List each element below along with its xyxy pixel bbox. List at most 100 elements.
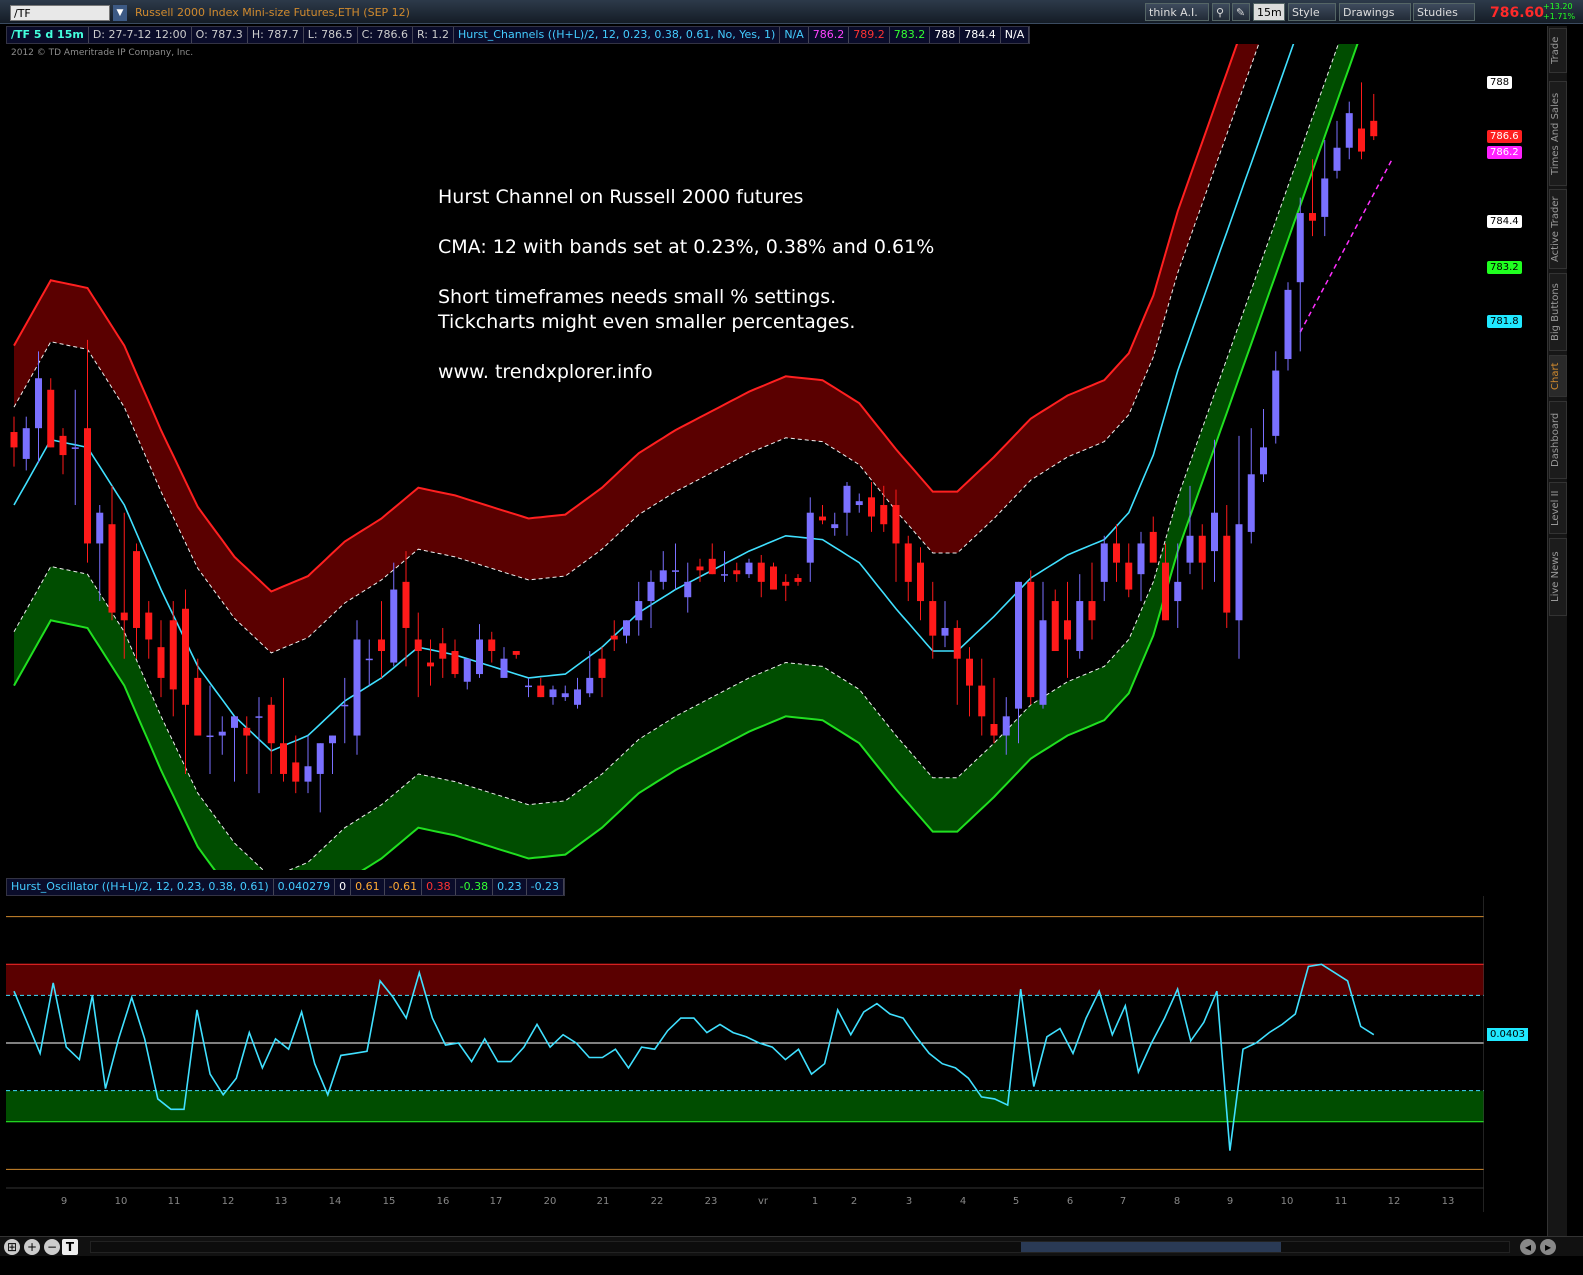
candle <box>476 624 483 678</box>
style-label: Style <box>1292 6 1320 19</box>
study-label[interactable]: Hurst_Channels ((H+L)/2, 12, 0.23, 0.38,… <box>454 27 781 43</box>
annotation-line-1: Hurst Channel on Russell 2000 futures <box>438 186 804 208</box>
style-button[interactable]: Style <box>1288 3 1336 21</box>
chevron-down-icon[interactable]: ▼ <box>113 5 127 21</box>
osc-value-5: 0.38 <box>422 879 456 895</box>
price-tag: 786.6 <box>1487 130 1522 144</box>
x-tick-label: 16 <box>437 1196 450 1207</box>
bar-date: D: 27-7-12 12:00 <box>89 27 192 43</box>
x-tick-label: 6 <box>1067 1196 1073 1207</box>
candle <box>280 677 287 782</box>
annotation-line-2: CMA: 12 with bands set at 0.23%, 0.38% a… <box>438 236 935 258</box>
candle <box>304 735 312 794</box>
osc-lower-zone <box>6 1090 1484 1122</box>
candle <box>806 497 814 582</box>
studies-button[interactable]: Studies <box>1413 3 1475 21</box>
candle <box>108 485 116 621</box>
osc-value-7: 0.23 <box>493 879 527 895</box>
side-tab-times-and-sales[interactable]: Times And Sales <box>1549 81 1567 186</box>
zoom-out-icon[interactable]: − <box>44 1239 60 1255</box>
side-tab-big-buttons[interactable]: Big Buttons <box>1549 273 1567 351</box>
bar-open: O: 787.3 <box>192 27 248 43</box>
text-tool-icon[interactable]: T <box>62 1239 78 1255</box>
scrollbar-thumb[interactable] <box>1021 1242 1281 1252</box>
symbol-input[interactable]: /TF <box>10 5 110 21</box>
candle <box>1149 516 1157 563</box>
candle <box>182 589 189 774</box>
side-tab-strip: Trade Times And Sales Active Trader Big But… <box>1547 26 1567 1236</box>
price-tag: 786.2 <box>1487 145 1522 159</box>
price-chart[interactable]: 7897887877867857847837827817807797787777… <box>6 44 1484 870</box>
x-tick-label: 21 <box>597 1196 610 1207</box>
side-tab-chart[interactable]: Chart <box>1549 355 1567 397</box>
candle <box>770 562 777 590</box>
bar-high: H: 787.7 <box>248 27 304 43</box>
candle <box>267 697 275 774</box>
share-icon[interactable]: ⚲ <box>1212 3 1230 21</box>
candle <box>904 535 912 602</box>
candle <box>917 547 924 621</box>
osc-value-2: 0 <box>335 879 352 895</box>
candle <box>843 481 851 536</box>
candle <box>1100 535 1108 602</box>
study-value-4: 783.2 <box>890 27 931 43</box>
side-tab-live-news[interactable]: Live News <box>1549 538 1567 616</box>
candle <box>59 428 67 475</box>
x-tick-label: 10 <box>1281 1196 1294 1207</box>
candle <box>353 620 361 755</box>
x-tick-label: 4 <box>960 1196 966 1207</box>
candle <box>647 570 655 628</box>
candle <box>574 677 581 709</box>
candle <box>1345 101 1353 160</box>
horizontal-scrollbar[interactable] <box>90 1241 1510 1253</box>
scroll-left-icon[interactable]: ◂ <box>1520 1239 1536 1255</box>
side-tab-trade[interactable]: Trade <box>1549 28 1567 73</box>
oscillator-chart[interactable]: 0.60.50.40.30.20.10-0.1-0.2-0.3-0.4-0.5-… <box>6 896 1484 1212</box>
candle <box>953 620 961 705</box>
bar-low: L: 786.5 <box>304 27 358 43</box>
candle <box>794 574 802 586</box>
chart-annotation: Hurst Channel on Russell 2000 futures CM… <box>438 185 934 385</box>
osc-value-3: 0.61 <box>351 879 385 895</box>
zoom-fit-icon[interactable]: ⊞ <box>4 1239 20 1255</box>
bar-close: C: 786.6 <box>358 27 413 43</box>
oscillator-study-label[interactable]: Hurst_Oscillator ((H+L)/2, 12, 0.23, 0.3… <box>7 879 274 895</box>
candle <box>378 601 385 678</box>
zoom-in-icon[interactable]: + <box>24 1239 40 1255</box>
scroll-right-icon[interactable]: ▸ <box>1540 1239 1556 1255</box>
wrench-icon[interactable]: ✎ <box>1232 3 1250 21</box>
price-tag: 781.8 <box>1487 314 1522 328</box>
candle <box>684 562 692 613</box>
candle <box>941 601 949 648</box>
price-tag: 783.2 <box>1487 260 1522 274</box>
interval-button[interactable]: 15m <box>1253 3 1285 21</box>
top-toolbar: /TF ▼ Russell 2000 Index Mini-size Futur… <box>0 0 1583 24</box>
study-value-5: 788 <box>930 27 961 43</box>
study-value-2: 786.2 <box>809 27 850 43</box>
candle <box>10 416 18 467</box>
candle <box>218 716 226 755</box>
think-ai-button[interactable]: think A.I. <box>1145 3 1209 21</box>
timeframe-label[interactable]: /TF 5 d 15m <box>7 27 89 43</box>
osc-value-4: -0.61 <box>385 879 423 895</box>
candle <box>733 562 741 582</box>
candle <box>292 735 300 794</box>
bottom-scroll-bar: ⊞ + − T ◂ ▸ <box>0 1236 1583 1256</box>
candle <box>1284 282 1292 371</box>
candle <box>659 551 667 590</box>
drawings-button[interactable]: Drawings <box>1339 3 1411 21</box>
candle <box>145 601 153 659</box>
candle <box>549 685 557 705</box>
x-tick-label: 13 <box>1442 1196 1455 1207</box>
candle <box>133 543 140 659</box>
osc-value-8: -0.23 <box>527 879 565 895</box>
annotation-line-3: Short timeframes needs small % settings. <box>438 286 837 308</box>
side-tab-level-ii[interactable]: Level II <box>1549 482 1567 534</box>
side-tab-active-trader[interactable]: Active Trader <box>1549 189 1567 269</box>
candle <box>157 620 165 698</box>
candle <box>635 581 643 636</box>
side-tab-dashboard[interactable]: Dashboard <box>1549 401 1567 479</box>
candle <box>1198 524 1206 590</box>
candle <box>721 551 728 582</box>
candle <box>365 639 373 686</box>
